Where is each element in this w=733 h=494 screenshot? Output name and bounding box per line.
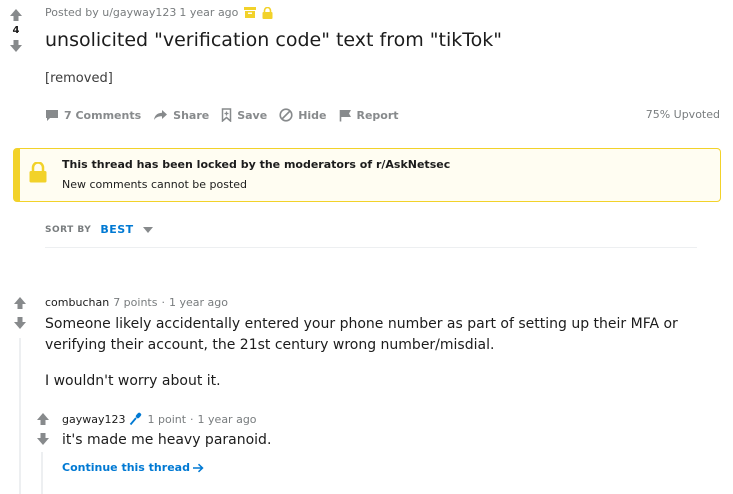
- archived-icon: [244, 7, 257, 18]
- post-meta: Posted by u/gayway123 1 year ago: [45, 6, 273, 19]
- comment-icon: [46, 109, 58, 121]
- share-label: Share: [173, 108, 210, 122]
- microphone-icon: [130, 412, 142, 426]
- reply-author[interactable]: gayway123: [62, 413, 125, 426]
- reply-age[interactable]: 1 year ago: [198, 413, 257, 426]
- upvote-icon[interactable]: [36, 412, 50, 426]
- flag-icon: [339, 109, 351, 121]
- posted-by[interactable]: Posted by u/gayway123: [45, 6, 176, 19]
- comment-text: I wouldn't worry about it.: [45, 373, 221, 389]
- comments-button[interactable]: 7 Comments: [45, 109, 141, 122]
- continue-thread-label: Continue this thread: [62, 461, 190, 474]
- reply-text: it's made me heavy paranoid.: [62, 432, 272, 448]
- comment-text: Someone likely accidentally entered your…: [45, 316, 678, 353]
- comment-age[interactable]: 1 year ago: [169, 296, 228, 309]
- post-vote-column: 4: [8, 8, 24, 53]
- report-label: Report: [356, 108, 399, 122]
- bookmark-icon: [221, 108, 232, 122]
- locked-subtitle: New comments cannot be posted: [62, 178, 248, 191]
- locked-banner: [13, 148, 721, 202]
- post-score: 4: [12, 25, 20, 36]
- share-icon: [154, 110, 168, 120]
- sort-value[interactable]: BEST: [100, 223, 133, 236]
- upvote-icon[interactable]: [13, 296, 27, 310]
- lock-icon: [29, 161, 47, 187]
- hide-icon: [279, 108, 293, 122]
- locked-title: This thread has been locked by the moder…: [62, 158, 451, 171]
- hide-button[interactable]: Hide: [279, 108, 327, 122]
- post-age[interactable]: 1 year ago: [179, 6, 238, 19]
- meta-separator: ·: [161, 296, 165, 309]
- downvote-icon[interactable]: [9, 39, 23, 53]
- upvote-ratio: 75% Upvoted: [645, 108, 720, 121]
- thread-line[interactable]: [41, 452, 43, 494]
- arrow-right-icon: [192, 463, 204, 472]
- reply-points: 1 point: [147, 412, 187, 426]
- reply-vote-column: [35, 412, 51, 446]
- post-title[interactable]: unsolicited "verification code" text fro…: [45, 29, 502, 51]
- comment-author[interactable]: combuchan: [45, 296, 109, 309]
- comment-points: 7 points: [113, 296, 158, 309]
- divider: [45, 247, 697, 248]
- lock-icon: [262, 6, 273, 19]
- upvote-icon[interactable]: [9, 8, 23, 22]
- comment-meta: combuchan 7 points · 1 year ago: [45, 296, 228, 309]
- comments-label: 7 Comments: [64, 108, 142, 122]
- chevron-down-icon[interactable]: [142, 226, 153, 233]
- hide-label: Hide: [298, 108, 327, 122]
- report-button[interactable]: Report: [339, 109, 399, 122]
- share-button[interactable]: Share: [153, 109, 209, 122]
- downvote-icon[interactable]: [36, 432, 50, 446]
- comment-vote-column: [12, 296, 28, 330]
- meta-separator: ·: [190, 412, 194, 426]
- post-actions: 7 Comments Share Save Hide Report: [45, 108, 411, 122]
- save-label: Save: [237, 108, 268, 122]
- sort-label: SORT BY: [45, 224, 92, 235]
- thread-line[interactable]: [19, 338, 21, 494]
- downvote-icon[interactable]: [13, 316, 27, 330]
- save-button[interactable]: Save: [221, 108, 267, 122]
- continue-thread-link[interactable]: Continue this thread: [62, 461, 204, 474]
- reply-meta: gayway123 1 point · 1 year ago: [62, 412, 257, 426]
- sort-control[interactable]: SORT BY BEST: [45, 223, 153, 236]
- post-body: [removed]: [45, 71, 113, 86]
